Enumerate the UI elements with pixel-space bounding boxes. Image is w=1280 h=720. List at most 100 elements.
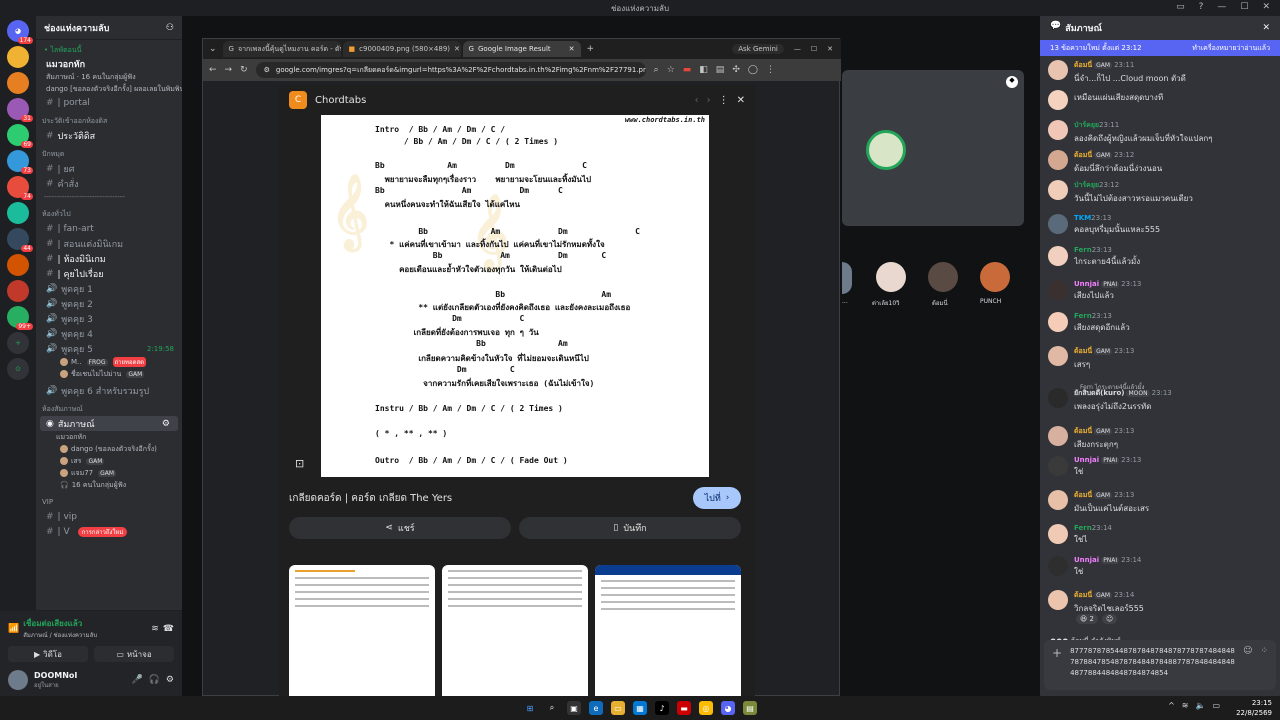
bookmark-star-icon[interactable]: ☆: [667, 65, 675, 75]
battery-icon[interactable]: ▭: [1212, 701, 1220, 710]
server-icon[interactable]: 31: [7, 98, 33, 122]
server-icon[interactable]: [7, 46, 29, 68]
close-chat-icon[interactable]: ✕: [1262, 23, 1270, 33]
start-icon[interactable]: ⊞: [523, 701, 537, 715]
zoom-icon[interactable]: ⌕: [654, 65, 659, 75]
minimize-button[interactable]: —: [794, 45, 801, 53]
category-news[interactable]: ประวัติเข้าออกห้องดิส: [36, 114, 182, 128]
next-icon[interactable]: ›: [707, 95, 711, 106]
channel-news[interactable]: # ประวัติดิส: [36, 128, 182, 143]
chord-sheet-image[interactable]: 𝄞 𝄞 www.chordtabs.in.th Intro / Bb / Am …: [321, 115, 709, 477]
message-avatar[interactable]: [1048, 90, 1068, 110]
server-icon[interactable]: 73: [7, 150, 33, 174]
discord-home-icon[interactable]: ◕ 174: [7, 20, 33, 44]
message-avatar[interactable]: [1048, 120, 1068, 140]
chat-message[interactable]: เหมือนแผ่นเสียงสดุดบางที: [1048, 90, 1274, 110]
server-icon[interactable]: [7, 202, 29, 224]
message-author[interactable]: Fern: [1074, 312, 1092, 320]
channel-fan-art[interactable]: # | fan-art: [36, 221, 182, 236]
message-author[interactable]: TKM: [1074, 214, 1091, 222]
voice-channel-3[interactable]: 🔊 พูดคุย 3: [36, 311, 182, 326]
message-avatar[interactable]: [1048, 180, 1068, 200]
browser-tab[interactable]: ■ c9000409.png (580×489) ✕: [342, 41, 461, 57]
explore-icon[interactable]: ⊙: [7, 358, 29, 380]
shield-icon[interactable]: ◆: [1006, 76, 1018, 88]
message-avatar[interactable]: [1048, 60, 1068, 80]
message-avatar[interactable]: [1048, 214, 1068, 234]
message-avatar[interactable]: [1048, 312, 1068, 332]
message-author[interactable]: ด้อมนี่: [1074, 61, 1092, 69]
chat-message[interactable]: Unnjai PNAI 23:13 ใช่: [1048, 456, 1274, 478]
add-attachment-icon[interactable]: +: [1052, 646, 1062, 660]
chat-message[interactable]: Unnjai PNAI 23:13 เสียงไปแล้ว: [1048, 280, 1274, 302]
message-author[interactable]: ด้อมนี่: [1074, 491, 1092, 499]
chat-message[interactable]: ด้อมนี่ GAM 23:14 วิกลจริตไชเลอร์555: [1048, 590, 1274, 615]
related-image-thumb[interactable]: [595, 565, 741, 705]
message-author[interactable]: ป่าร์คยุย: [1074, 121, 1099, 129]
app-icon[interactable]: ▤: [743, 701, 757, 715]
server-icon[interactable]: [7, 254, 29, 276]
add-reaction-icon[interactable]: ☺: [1102, 614, 1118, 624]
channel-minigame[interactable]: # | ห้องมินิเกม: [36, 251, 182, 266]
menu-icon[interactable]: ⋮: [766, 65, 775, 75]
category-vip[interactable]: VIP: [36, 495, 182, 509]
volume-icon[interactable]: 🔈: [1195, 701, 1205, 710]
related-image-thumb[interactable]: [442, 565, 588, 705]
chat-message[interactable]: Fern23:13 เสียงสดุดอีกแล้ว: [1048, 312, 1274, 334]
message-avatar[interactable]: [1048, 490, 1068, 510]
user-avatar[interactable]: [8, 670, 28, 690]
settings-icon[interactable]: ⚙: [162, 419, 170, 429]
share-button[interactable]: ⋖ แชร์: [289, 517, 511, 539]
extension-icon[interactable]: ▬: [683, 65, 692, 75]
store-icon[interactable]: ▦: [633, 701, 647, 715]
message-avatar[interactable]: [1048, 150, 1068, 170]
stage-video-tile[interactable]: ◆: [842, 70, 1024, 226]
browser-tab-active[interactable]: G Google Image Result ✕: [462, 41, 581, 57]
chat-message[interactable]: ด้อมนี่ GAM 23:11 นี่จำ...ก็ไป ...Cloud moo…: [1048, 60, 1274, 85]
stage-user[interactable]: dango (ขอลองตัวจริงอีกรั้ง): [36, 443, 182, 455]
stage-channel[interactable]: ◉ สัมภาษณ์ ⚙: [40, 416, 178, 431]
message-avatar[interactable]: [1048, 246, 1068, 266]
source-site-name[interactable]: Chordtabs: [315, 95, 366, 106]
result-title[interactable]: เกลียดคอร์ด | คอร์ด เกลียด The Yers: [289, 491, 452, 506]
chat-message[interactable]: ป่าร์คยุย23:12 วันนี้ไม่ไปต้องสาวหรอแมวคน…: [1048, 180, 1274, 205]
close-button[interactable]: ✕: [827, 45, 833, 53]
message-author[interactable]: ด้อมนี่: [1074, 151, 1092, 159]
channel-teach-minigame[interactable]: # | สอนแต่งมินิเกม: [36, 236, 182, 251]
new-tab-icon[interactable]: +: [587, 44, 595, 54]
chat-message[interactable]: ด้อมนี่ GAM 23:12 ด้อมนี่ลึกว่าด้อมนี่ง่วงน…: [1048, 150, 1274, 175]
help-icon[interactable]: ?: [1199, 2, 1204, 12]
app-icon[interactable]: ▬: [677, 701, 691, 715]
message-avatar[interactable]: [1048, 426, 1068, 446]
server-icon[interactable]: [7, 72, 29, 94]
channel-vip[interactable]: # | vip: [36, 509, 182, 524]
participant-avatar[interactable]: [876, 262, 906, 292]
reload-icon[interactable]: ↻: [240, 65, 248, 75]
forward-icon[interactable]: →: [225, 65, 233, 75]
message-author[interactable]: Fern: [1074, 524, 1092, 532]
back-icon[interactable]: ←: [209, 65, 217, 75]
chat-message[interactable]: ด้อมนี่ GAM 23:13 เสียงกระตุกๆ: [1048, 426, 1274, 451]
participant-avatar[interactable]: [980, 262, 1010, 292]
category-general[interactable]: ห้องทั่วไป: [36, 207, 182, 221]
save-button[interactable]: ▯ บันทึก: [519, 517, 741, 539]
extensions-puzzle-icon[interactable]: ✣: [732, 65, 740, 75]
wifi-icon[interactable]: ≋: [1182, 701, 1189, 710]
add-server-icon[interactable]: +: [7, 332, 29, 354]
stage-user[interactable]: เสร GAM: [36, 455, 182, 467]
voice-user[interactable]: ชื่อเชนไม่ไปม่าน GAM: [36, 368, 182, 380]
server-icon[interactable]: 99+: [7, 306, 33, 330]
apps-icon[interactable]: ⁘: [1260, 646, 1268, 656]
chat-message[interactable]: Fern23:13 ไกระตาย4นี้แล้วมั้ง: [1048, 246, 1274, 268]
new-messages-banner[interactable]: 13 ข้อความใหม่ ตั้งแต่ 23:12 ทำเครื่องหม…: [1040, 40, 1280, 56]
lens-search-icon[interactable]: ⊡: [295, 457, 304, 470]
channel-chit-chat[interactable]: # | คุยไปเรื่อย: [36, 266, 182, 281]
task-view-icon[interactable]: ▣: [567, 701, 581, 715]
profile-icon[interactable]: ◯: [748, 65, 758, 75]
site-info-icon[interactable]: ⚙: [264, 66, 270, 74]
category-stage[interactable]: ห้องสัมภาษณ์: [36, 402, 182, 416]
chat-message[interactable]: ป่าร์คยุย23:11 ลองคิดถึงผู้หญิงแล้วผมเจ็บ…: [1048, 120, 1274, 145]
discord-icon[interactable]: ◕: [721, 701, 735, 715]
message-avatar[interactable]: [1048, 280, 1068, 300]
maximize-button[interactable]: ☐: [811, 45, 817, 53]
